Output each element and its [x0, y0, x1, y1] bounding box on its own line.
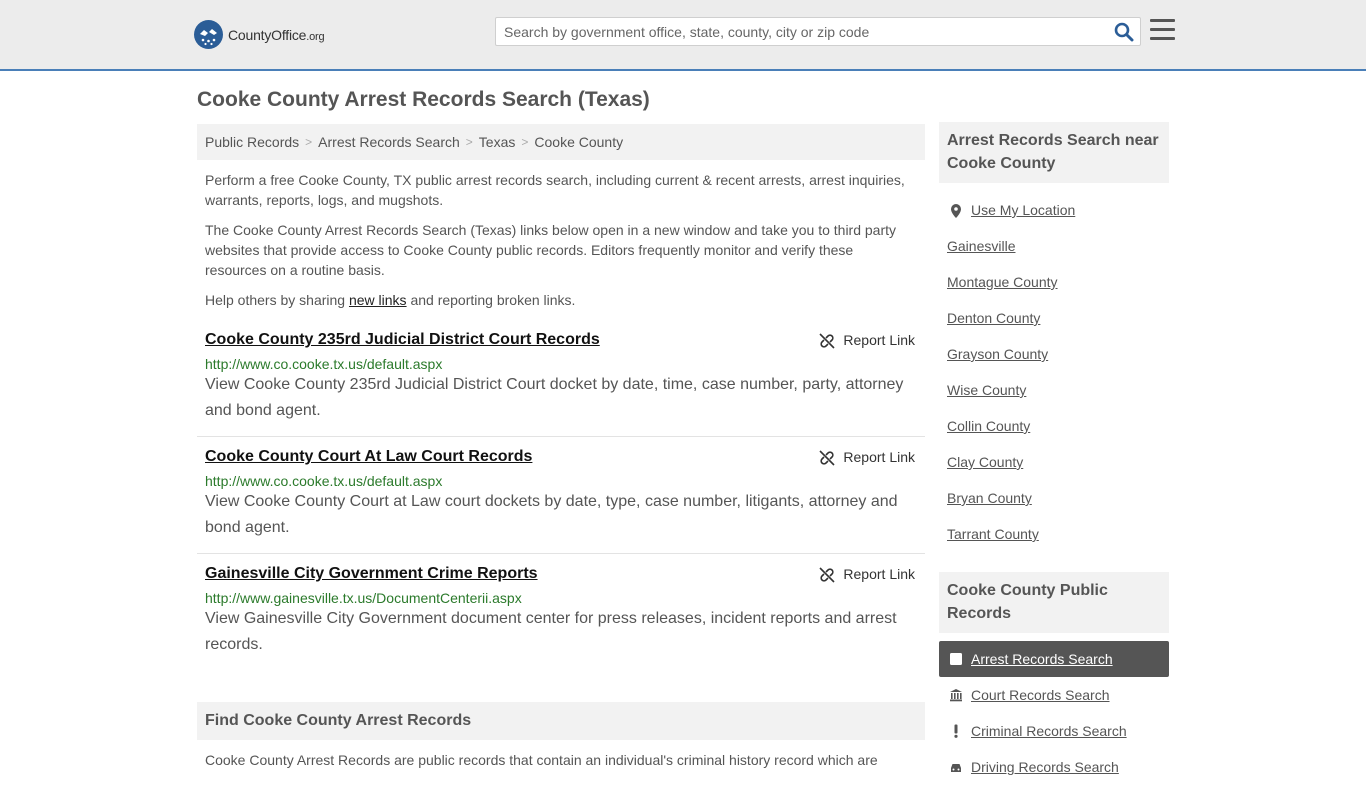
nearby-link-montague[interactable]: Montague County [947, 274, 1058, 290]
hamburger-menu-icon[interactable] [1150, 19, 1175, 41]
share-paragraph: Help others by sharing new links and rep… [205, 292, 576, 308]
report-link-button[interactable]: Report Link [819, 566, 915, 583]
result-title-link[interactable]: Cooke County 235rd Judicial District Cou… [205, 331, 600, 349]
broken-link-icon [819, 567, 835, 583]
nearby-heading: Arrest Records Search near Cooke County [939, 122, 1169, 183]
logo-text: CountyOffice.org [228, 26, 325, 43]
car-icon [949, 760, 963, 774]
result-url: http://www.co.cooke.tx.us/default.aspx [205, 473, 443, 489]
result-title-link[interactable]: Gainesville City Government Crime Report… [205, 565, 538, 583]
result-description: View Gainesville City Government documen… [205, 610, 897, 653]
new-links-link[interactable]: new links [349, 292, 407, 308]
result-item: Gainesville City Government Crime Report… [197, 565, 925, 665]
breadcrumb-cooke-county[interactable]: Cooke County [534, 134, 623, 150]
report-link-label: Report Link [843, 449, 915, 465]
page-title: Cooke County Arrest Records Search (Texa… [197, 88, 650, 111]
broken-link-icon [819, 333, 835, 349]
nearby-link-bryan[interactable]: Bryan County [947, 490, 1032, 506]
use-my-location-link[interactable]: Use My Location [939, 192, 1169, 228]
breadcrumb-arrest-records[interactable]: Arrest Records Search [318, 134, 460, 150]
result-url: http://www.gainesville.tx.us/DocumentCen… [205, 590, 522, 606]
site-logo[interactable]: CountyOffice.org [194, 20, 325, 49]
nearby-link-tarrant[interactable]: Tarrant County [947, 526, 1039, 542]
sidebar-item-criminal-records[interactable]: Criminal Records Search [939, 713, 1169, 749]
find-records-heading: Find Cooke County Arrest Records [197, 702, 925, 740]
nearby-link-collin[interactable]: Collin County [947, 418, 1030, 434]
breadcrumb-texas[interactable]: Texas [479, 134, 516, 150]
find-records-text: Cooke County Arrest Records are public r… [205, 752, 878, 768]
result-description: View Cooke County Court at Law court doc… [205, 493, 898, 536]
search-bar [495, 17, 1141, 46]
map-pin-icon [949, 203, 963, 218]
breadcrumb-separator-icon: > [521, 135, 529, 149]
search-icon[interactable] [1114, 22, 1134, 42]
nearby-link-denton[interactable]: Denton County [947, 310, 1040, 326]
broken-link-icon [819, 450, 835, 466]
sidebar-item-driving-records[interactable]: Driving Records Search [939, 749, 1169, 785]
public-records-heading: Cooke County Public Records [939, 572, 1169, 633]
logo-seal-icon [194, 20, 223, 49]
breadcrumb-separator-icon: > [305, 135, 313, 149]
result-description: View Cooke County 235rd Judicial Distric… [205, 376, 904, 419]
report-link-label: Report Link [843, 332, 915, 348]
sidebar-item-arrest-records[interactable]: Arrest Records Search [939, 641, 1169, 677]
breadcrumb-public-records[interactable]: Public Records [205, 134, 299, 150]
disclaimer-paragraph: The Cooke County Arrest Records Search (… [205, 222, 897, 278]
result-url: http://www.co.cooke.tx.us/default.aspx [205, 356, 443, 372]
result-title-link[interactable]: Cooke County Court At Law Court Records [205, 448, 532, 466]
square-icon [949, 652, 963, 666]
result-item: Cooke County Court At Law Court Records … [197, 448, 925, 554]
intro-paragraph: Perform a free Cooke County, TX public a… [205, 172, 905, 208]
search-input[interactable] [496, 18, 1096, 45]
top-header: CountyOffice.org [0, 0, 1366, 71]
nearby-link-clay[interactable]: Clay County [947, 454, 1023, 470]
nearby-link-grayson[interactable]: Grayson County [947, 346, 1048, 362]
breadcrumb-separator-icon: > [465, 135, 473, 149]
report-link-button[interactable]: Report Link [819, 449, 915, 466]
report-link-button[interactable]: Report Link [819, 332, 915, 349]
report-link-label: Report Link [843, 566, 915, 582]
nearby-link-wise[interactable]: Wise County [947, 382, 1026, 398]
exclamation-icon [949, 724, 963, 738]
sidebar-item-court-records[interactable]: Court Records Search [939, 677, 1169, 713]
courthouse-icon [949, 688, 963, 702]
breadcrumb: Public Records > Arrest Records Search >… [197, 124, 925, 160]
result-item: Cooke County 235rd Judicial District Cou… [197, 331, 925, 437]
nearby-link-gainesville[interactable]: Gainesville [947, 238, 1015, 254]
